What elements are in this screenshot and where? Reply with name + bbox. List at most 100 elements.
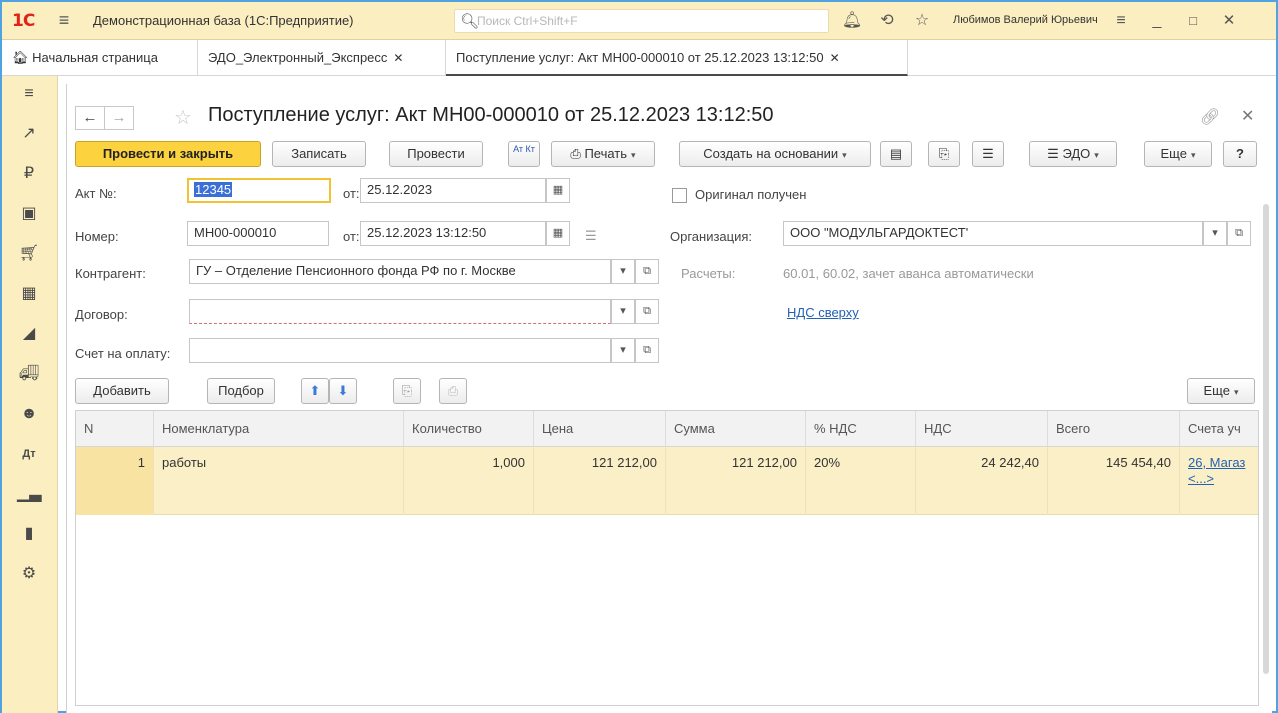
invoice-dropdown-icon[interactable]: ▾ [611, 338, 635, 363]
cell-price[interactable]: 121 212,00 [534, 447, 666, 515]
organization-open-icon[interactable]: ⧉ [1227, 221, 1251, 246]
settings-menu-icon[interactable]: ≡ [1110, 10, 1132, 32]
number-field[interactable]: МН00-000010 [187, 221, 329, 246]
add-row-button[interactable]: Добавить [75, 378, 169, 404]
bell-icon[interactable]: 🔔︎ [841, 10, 863, 32]
contract-open-icon[interactable]: ⧉ [635, 299, 659, 324]
tab-label: Поступление услуг: Акт МН00-000010 от 25… [456, 50, 824, 65]
invoice-open-icon[interactable]: ⧉ [635, 338, 659, 363]
move-up-icon[interactable]: ⬆ [301, 378, 329, 404]
tab-close-icon[interactable]: ✕ [830, 51, 840, 65]
contract-dropdown-icon[interactable]: ▾ [611, 299, 635, 324]
administration-gear-icon[interactable]: ⚙ [17, 562, 41, 586]
favorite-star-icon[interactable]: ☆ [174, 105, 192, 130]
column-vat-rate[interactable]: % НДС [806, 411, 916, 447]
accounting-dtkt-icon[interactable]: Дт [17, 442, 41, 466]
number-date-field[interactable]: 25.12.2023 13:12:50 [360, 221, 546, 246]
dashboard-trend-icon[interactable]: ↗ [17, 122, 41, 146]
attach-button[interactable]: ⎘ [928, 141, 960, 167]
original-received-checkbox[interactable] [672, 188, 687, 203]
cell-total[interactable]: 145 454,40 [1048, 447, 1180, 515]
contractor-open-icon[interactable]: ⧉ [635, 259, 659, 284]
save-button[interactable]: Записать [272, 141, 366, 167]
cell-vat[interactable]: 24 242,40 [916, 447, 1048, 515]
1c-logo-icon: 1С [12, 11, 35, 31]
close-form-icon[interactable]: ✕ [1241, 106, 1254, 126]
cell-accounts[interactable]: 26, Магаз <...> [1180, 447, 1258, 515]
contract-field[interactable] [189, 299, 611, 324]
paste-rows-icon[interactable]: ⎙ [439, 378, 467, 404]
print-button[interactable]: ⎙ Печать ▾ [551, 141, 655, 167]
reports-chart-icon[interactable]: ▁▃ [17, 482, 42, 506]
post-and-close-button[interactable]: Провести и закрыть [75, 141, 261, 167]
tab-home[interactable]: 🏠︎ Начальная страница [2, 40, 198, 76]
tab-edo-express[interactable]: ЭДО_Электронный_Экспресс ✕ [198, 40, 446, 76]
tab-document[interactable]: Поступление услуг: Акт МН00-000010 от 25… [446, 40, 908, 76]
help-button[interactable]: ? [1223, 141, 1257, 167]
calendar-icon[interactable]: ▦ [546, 178, 570, 203]
table-row[interactable]: 1 работы 1,000 121 212,00 121 212,00 20%… [76, 447, 1258, 515]
contractor-field[interactable]: ГУ – Отделение Пенсионного фонда РФ по г… [189, 259, 611, 284]
move-down-icon[interactable]: ⬇ [329, 378, 357, 404]
cell-sum[interactable]: 121 212,00 [666, 447, 806, 515]
column-sum[interactable]: Сумма [666, 411, 806, 447]
column-nomenclature[interactable]: Номенклатура [154, 411, 404, 447]
act-number-field[interactable]: 12345 [187, 178, 331, 203]
link-icon[interactable]: 🔗︎ [1200, 107, 1220, 127]
pick-button[interactable]: Подбор [207, 378, 275, 404]
report-button[interactable]: ☰ [972, 141, 1004, 167]
settlements-value[interactable]: 60.01, 60.02, зачет аванса автоматически [783, 266, 1034, 281]
original-received-label[interactable]: Оригинал получен [695, 187, 806, 202]
table-more-button[interactable]: Еще ▾ [1187, 378, 1255, 404]
search-input[interactable]: 🔍︎ Поиск Ctrl+Shift+F [454, 9, 829, 33]
organization-field[interactable]: ООО "МОДУЛЬГАРДОКТЕСТ' [783, 221, 1203, 246]
directories-book-icon[interactable]: ▮ [17, 522, 41, 546]
column-n[interactable]: N [76, 411, 154, 447]
contractor-dropdown-icon[interactable]: ▾ [611, 259, 635, 284]
purchases-bag-icon[interactable]: ▣ [17, 202, 41, 226]
column-quantity[interactable]: Количество [404, 411, 534, 447]
warehouse-grid-icon[interactable]: ▦ [17, 282, 41, 306]
create-based-on-button[interactable]: Создать на основании ▾ [679, 141, 871, 167]
column-accounts[interactable]: Счета уч [1180, 411, 1258, 447]
edo-label: ЭДО [1062, 146, 1091, 161]
organization-dropdown-icon[interactable]: ▾ [1203, 221, 1227, 246]
history-icon[interactable]: ⟲ [876, 10, 898, 32]
post-button[interactable]: Провести [389, 141, 483, 167]
column-total[interactable]: Всего [1048, 411, 1180, 447]
invoice-field[interactable] [189, 338, 611, 363]
cell-nomenclature[interactable]: работы [154, 447, 404, 515]
main-menu-icon[interactable]: ≡ [54, 10, 74, 30]
act-date-field[interactable]: 25.12.2023 [360, 178, 546, 203]
fixed-assets-truck-icon[interactable]: 🚚︎ [17, 362, 41, 386]
calendar-icon[interactable]: ▦ [546, 221, 570, 246]
cell-n[interactable]: 1 [76, 447, 154, 515]
form-scrollbar[interactable] [1263, 204, 1269, 674]
cell-quantity[interactable]: 1,000 [404, 447, 534, 515]
accounts-more-link[interactable]: <...> [1188, 471, 1214, 486]
copy-rows-icon[interactable]: ⎘ [393, 378, 421, 404]
edo-button[interactable]: ☰ ЭДО ▾ [1029, 141, 1117, 167]
favorites-star-icon[interactable]: ☆ [911, 10, 933, 32]
maximize-icon[interactable]: □ [1182, 10, 1204, 32]
minimize-icon[interactable]: _ [1146, 10, 1168, 32]
history-list-icon[interactable]: ☰ [585, 228, 597, 244]
user-name[interactable]: Любимов Валерий Юрьевич [953, 14, 1098, 26]
column-price[interactable]: Цена [534, 411, 666, 447]
back-button[interactable]: ← [75, 106, 105, 130]
structure-button[interactable]: ▤ [880, 141, 912, 167]
vat-on-top-link[interactable]: НДС сверху [787, 305, 859, 320]
bank-ruble-icon[interactable]: ₽ [17, 162, 41, 186]
window-close-icon[interactable]: ✕ [1218, 10, 1240, 32]
cell-vat-rate[interactable]: 20% [806, 447, 916, 515]
dtkt-button[interactable]: Ат Кт [508, 141, 540, 167]
column-vat[interactable]: НДС [916, 411, 1048, 447]
production-icon[interactable]: ◢ [17, 322, 41, 346]
tab-close-icon[interactable]: ✕ [393, 51, 403, 65]
accounts-link[interactable]: 26, Магаз [1188, 455, 1245, 470]
salary-person-icon[interactable]: ☻ [17, 402, 41, 426]
forward-button[interactable]: → [104, 106, 134, 130]
more-button[interactable]: Еще ▾ [1144, 141, 1212, 167]
sales-cart-icon[interactable]: 🛒︎ [17, 242, 41, 266]
sections-menu-icon[interactable]: ≡ [17, 82, 41, 106]
